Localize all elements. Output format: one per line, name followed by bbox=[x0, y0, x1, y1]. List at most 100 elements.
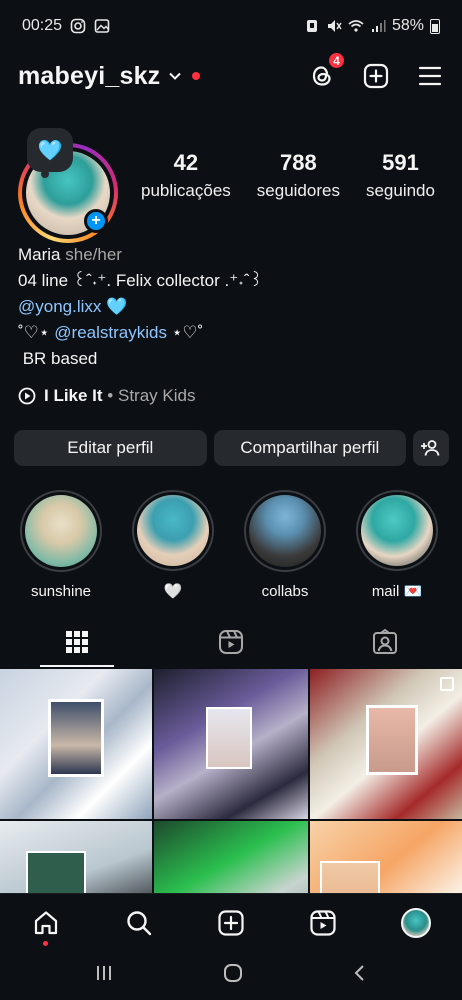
system-navigation bbox=[0, 951, 462, 1000]
music-separator: • bbox=[102, 386, 118, 405]
nav-avatar bbox=[400, 907, 431, 938]
note-heart-icon: 🩵 bbox=[37, 139, 63, 162]
posts-count: 42 bbox=[173, 150, 199, 175]
post-thumbnail[interactable] bbox=[310, 669, 462, 819]
profile-stats: 42 publicações 788 seguidores 591 seguin… bbox=[128, 150, 448, 201]
nav-reels[interactable] bbox=[306, 906, 340, 940]
username-switcher[interactable]: mabeyi_skz bbox=[18, 62, 160, 91]
highlight-item[interactable]: collabs bbox=[244, 490, 326, 600]
menu-button[interactable] bbox=[416, 62, 444, 90]
battery-icon bbox=[430, 18, 440, 34]
search-icon bbox=[126, 910, 151, 935]
stat-posts[interactable]: 42 publicações bbox=[141, 150, 231, 201]
home-system-button[interactable] bbox=[223, 963, 243, 988]
posts-grid bbox=[0, 669, 462, 895]
recent-apps-button[interactable] bbox=[94, 964, 114, 987]
highlight-label: collabs bbox=[261, 583, 309, 600]
signal-icon bbox=[371, 20, 386, 32]
home-circle-icon bbox=[223, 964, 242, 982]
tab-posts[interactable] bbox=[0, 617, 154, 667]
highlight-label: 🤍 bbox=[163, 583, 183, 600]
add-person-icon bbox=[421, 440, 440, 456]
pronouns: she/her bbox=[65, 245, 122, 264]
music-song: I Like It bbox=[44, 386, 103, 405]
profile-note[interactable]: 🩵 bbox=[27, 128, 73, 178]
gallery-notification-icon bbox=[94, 19, 110, 33]
followers-label: seguidores bbox=[256, 181, 340, 200]
multi-post-icon bbox=[440, 677, 454, 691]
profile-tabs bbox=[0, 617, 462, 667]
bio-line-3-prefix: ˚♡⋆ bbox=[18, 323, 55, 342]
create-button[interactable] bbox=[362, 62, 390, 90]
stat-followers[interactable]: 788 seguidores bbox=[257, 150, 340, 201]
status-time: 00:25 bbox=[22, 17, 63, 34]
status-bar: 00:25 58% bbox=[0, 0, 462, 52]
reels-icon bbox=[310, 909, 336, 936]
add-story-button[interactable]: + bbox=[84, 209, 108, 233]
highlight-item[interactable]: sunshine bbox=[20, 490, 102, 600]
battery-percent: 58% bbox=[391, 17, 424, 34]
bio-line-1: 04 line ꒰ˆ˖⁺. Felix collector .⁺˖ˆ꒱ bbox=[18, 271, 263, 290]
instagram-notification-icon bbox=[70, 18, 86, 34]
alarm-icon bbox=[306, 20, 317, 32]
highlight-label: sunshine bbox=[30, 583, 92, 600]
post-thumbnail[interactable] bbox=[154, 821, 308, 895]
nav-search[interactable] bbox=[122, 906, 156, 940]
bio-line-4: BR based bbox=[18, 349, 98, 368]
highlight-label: mail 💌 bbox=[371, 583, 423, 600]
bottom-navigation bbox=[0, 893, 462, 951]
following-label: seguindo bbox=[365, 181, 435, 200]
back-button[interactable] bbox=[352, 963, 368, 988]
profile-actions: Editar perfil Compartilhar perfil bbox=[14, 430, 450, 466]
mention-yong-lixx[interactable]: @yong.lixx bbox=[18, 297, 101, 316]
plus-square-icon bbox=[363, 63, 389, 89]
notification-dot bbox=[192, 72, 201, 80]
bio-line-3-suffix: ⋆♡˚ bbox=[166, 323, 204, 342]
chevron-down-icon[interactable] bbox=[168, 69, 182, 83]
plus-square-icon bbox=[218, 909, 244, 936]
followers-count: 788 bbox=[280, 150, 317, 175]
following-count: 591 bbox=[382, 150, 419, 175]
reels-icon bbox=[219, 630, 243, 654]
post-thumbnail[interactable] bbox=[0, 821, 152, 895]
post-thumbnail[interactable] bbox=[0, 669, 152, 819]
threads-button[interactable]: 4 bbox=[308, 51, 346, 90]
discover-people-button[interactable] bbox=[413, 430, 450, 466]
nav-create[interactable] bbox=[214, 906, 248, 940]
highlight-cover bbox=[361, 495, 433, 566]
profile-music[interactable]: I Like It • Stray Kids bbox=[18, 386, 195, 406]
story-highlights: sunshine 🤍 collabs mail 💌 bbox=[0, 490, 462, 600]
back-chevron-icon bbox=[354, 965, 364, 981]
home-icon bbox=[35, 910, 58, 934]
bio-heart: 🩵 bbox=[101, 297, 128, 316]
mute-icon bbox=[327, 20, 342, 32]
music-artist: Stray Kids bbox=[117, 386, 196, 405]
stat-following[interactable]: 591 seguindo bbox=[366, 150, 435, 201]
share-profile-button[interactable]: Compartilhar perfil bbox=[213, 430, 407, 466]
highlight-cover bbox=[25, 495, 97, 567]
tagged-icon bbox=[373, 629, 397, 654]
tab-reels[interactable] bbox=[154, 617, 308, 667]
highlight-cover bbox=[249, 495, 321, 567]
grid-icon bbox=[66, 631, 88, 653]
post-thumbnail[interactable] bbox=[310, 821, 462, 895]
display-name: Maria bbox=[18, 245, 61, 264]
play-circle-icon bbox=[18, 387, 36, 405]
hamburger-menu-icon bbox=[418, 66, 442, 86]
threads-badge: 4 bbox=[327, 51, 346, 70]
highlight-item[interactable]: 🤍 bbox=[132, 490, 214, 600]
profile-bio: Maria she/her 04 line ꒰ˆ˖⁺. Felix collec… bbox=[18, 242, 448, 372]
nav-profile[interactable] bbox=[399, 906, 433, 940]
tab-tagged[interactable] bbox=[308, 617, 462, 667]
recent-apps-icon bbox=[97, 966, 112, 980]
mention-realstraykids[interactable]: @realstraykids bbox=[54, 323, 167, 342]
post-thumbnail[interactable] bbox=[154, 669, 308, 819]
profile-header: mabeyi_skz 4 bbox=[0, 51, 462, 100]
edit-profile-button[interactable]: Editar perfil bbox=[14, 430, 207, 466]
posts-label: publicações bbox=[141, 181, 231, 200]
highlight-cover bbox=[137, 495, 209, 566]
home-notification-dot bbox=[43, 940, 49, 946]
highlight-item[interactable]: mail 💌 bbox=[356, 490, 438, 600]
nav-home[interactable] bbox=[29, 906, 63, 946]
wifi-icon bbox=[348, 20, 364, 32]
